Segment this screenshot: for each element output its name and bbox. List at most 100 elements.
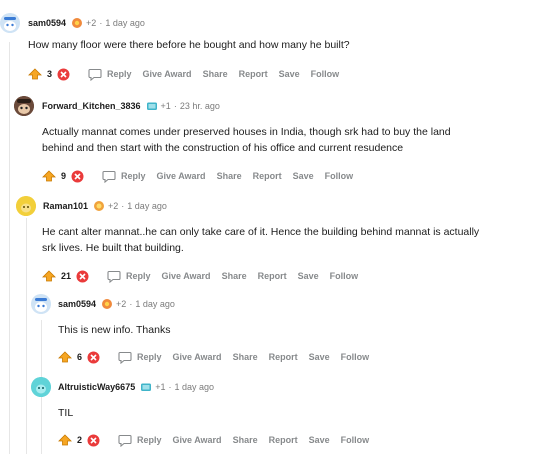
karma-badge: +1 [160, 101, 171, 111]
give-award-button[interactable]: Give Award [143, 69, 192, 79]
comment-actions: 9 Reply Give Award Share Report Save Fol… [42, 166, 534, 186]
reply-button[interactable]: Reply [107, 269, 151, 283]
reply-label: Reply [137, 435, 162, 445]
reply-button[interactable]: Reply [118, 433, 162, 447]
timestamp[interactable]: 1 day ago [127, 201, 167, 211]
teal-avatar-icon[interactable] [31, 377, 51, 397]
give-award-button[interactable]: Give Award [173, 435, 222, 445]
vote-score: 2 [77, 435, 83, 445]
reply-icon [118, 434, 132, 447]
separator-dot: · [173, 101, 177, 111]
reply-label: Reply [107, 69, 132, 79]
downvote-icon[interactable] [87, 351, 100, 364]
downvote-icon[interactable] [71, 170, 84, 183]
report-button[interactable]: Report [258, 271, 287, 281]
share-button[interactable]: Share [217, 171, 242, 181]
flower-award-icon [72, 18, 83, 28]
timestamp[interactable]: 1 day ago [174, 382, 214, 392]
reply-icon [107, 270, 121, 283]
share-button[interactable]: Share [233, 435, 258, 445]
tv-award-icon [141, 383, 152, 391]
vote-score: 9 [61, 171, 67, 181]
yellow-avatar-icon[interactable] [16, 196, 36, 216]
comment-header: AltruisticWay6675 +1 · 1 day ago [31, 377, 531, 397]
reply-icon [88, 68, 102, 81]
reply-icon [102, 170, 116, 183]
thread-line-root[interactable] [9, 42, 10, 454]
comment-body: He cant alter mannat..he can only take c… [42, 226, 480, 254]
comment-actions: 2 Reply Give Award Share Report Save Fol… [58, 430, 531, 450]
comment-body: Actually mannat comes under preserved ho… [42, 126, 451, 154]
separator-dot: · [121, 201, 125, 211]
reply-label: Reply [137, 352, 162, 362]
save-button[interactable]: Save [309, 435, 330, 445]
comment-2: Forward_Kitchen_3836 +1 · 23 hr. ago Act… [14, 96, 534, 186]
snoo-avatar-icon[interactable] [0, 13, 20, 33]
save-button[interactable]: Save [293, 171, 314, 181]
share-button[interactable]: Share [222, 271, 247, 281]
report-button[interactable]: Report [269, 352, 298, 362]
report-button[interactable]: Report [253, 171, 282, 181]
reply-button[interactable]: Reply [88, 67, 132, 81]
snoo-avatar-icon[interactable] [31, 294, 51, 314]
comment-header: sam0594 +2 · 1 day ago [0, 13, 540, 33]
downvote-icon[interactable] [57, 68, 70, 81]
reply-button[interactable]: Reply [102, 169, 146, 183]
comment-5: AltruisticWay6675 +1 · 1 day ago TIL 2 R… [31, 377, 531, 450]
author-name[interactable]: Raman101 [43, 201, 88, 211]
give-award-button[interactable]: Give Award [157, 171, 206, 181]
reply-button[interactable]: Reply [118, 350, 162, 364]
follow-button[interactable]: Follow [325, 171, 354, 181]
save-button[interactable]: Save [279, 69, 300, 79]
share-button[interactable]: Share [233, 352, 258, 362]
share-button[interactable]: Share [203, 69, 228, 79]
author-name[interactable]: sam0594 [58, 299, 96, 309]
comment-body: How many floor were there before he boug… [28, 39, 350, 51]
reply-label: Reply [126, 271, 151, 281]
reply-icon [118, 351, 132, 364]
follow-button[interactable]: Follow [330, 271, 359, 281]
snoo-dark-avatar-icon[interactable] [14, 96, 34, 116]
follow-button[interactable]: Follow [311, 69, 340, 79]
give-award-button[interactable]: Give Award [173, 352, 222, 362]
author-name[interactable]: Forward_Kitchen_3836 [42, 101, 141, 111]
save-button[interactable]: Save [309, 352, 330, 362]
comment-3: Raman101 +2 · 1 day ago He cant alter ma… [16, 196, 536, 286]
timestamp[interactable]: 1 day ago [105, 18, 145, 28]
karma-badge: +2 [108, 201, 119, 211]
comment-body: This is new info. Thanks [58, 324, 171, 336]
timestamp[interactable]: 23 hr. ago [180, 101, 220, 111]
follow-button[interactable]: Follow [341, 435, 370, 445]
comment-header: Raman101 +2 · 1 day ago [16, 196, 536, 216]
comment-actions: 3 Reply Give Award Share Report Save Fol… [28, 64, 540, 84]
tv-award-icon [146, 102, 157, 110]
author-name[interactable]: sam0594 [28, 18, 66, 28]
upvote-icon[interactable] [42, 270, 56, 282]
separator-dot: · [129, 299, 133, 309]
give-award-button[interactable]: Give Award [162, 271, 211, 281]
save-button[interactable]: Save [298, 271, 319, 281]
karma-badge: +2 [86, 18, 97, 28]
karma-badge: +2 [116, 299, 127, 309]
timestamp[interactable]: 1 day ago [135, 299, 175, 309]
comment-header: sam0594 +2 · 1 day ago [31, 294, 531, 314]
reply-label: Reply [121, 171, 146, 181]
separator-dot: · [168, 382, 172, 392]
vote-score: 6 [77, 352, 83, 362]
upvote-icon[interactable] [28, 68, 42, 80]
upvote-icon[interactable] [42, 170, 56, 182]
report-button[interactable]: Report [239, 69, 268, 79]
comment-header: Forward_Kitchen_3836 +1 · 23 hr. ago [14, 96, 534, 116]
upvote-icon[interactable] [58, 351, 72, 363]
author-name[interactable]: AltruisticWay6675 [58, 382, 135, 392]
comment-1: sam0594 +2 · 1 day ago How many floor we… [0, 13, 540, 84]
follow-button[interactable]: Follow [341, 352, 370, 362]
downvote-icon[interactable] [87, 434, 100, 447]
downvote-icon[interactable] [76, 270, 89, 283]
separator-dot: · [99, 18, 103, 28]
report-button[interactable]: Report [269, 435, 298, 445]
comment-body: TIL [58, 407, 74, 419]
upvote-icon[interactable] [58, 434, 72, 446]
vote-score: 21 [61, 271, 72, 281]
flower-award-icon [102, 299, 113, 309]
